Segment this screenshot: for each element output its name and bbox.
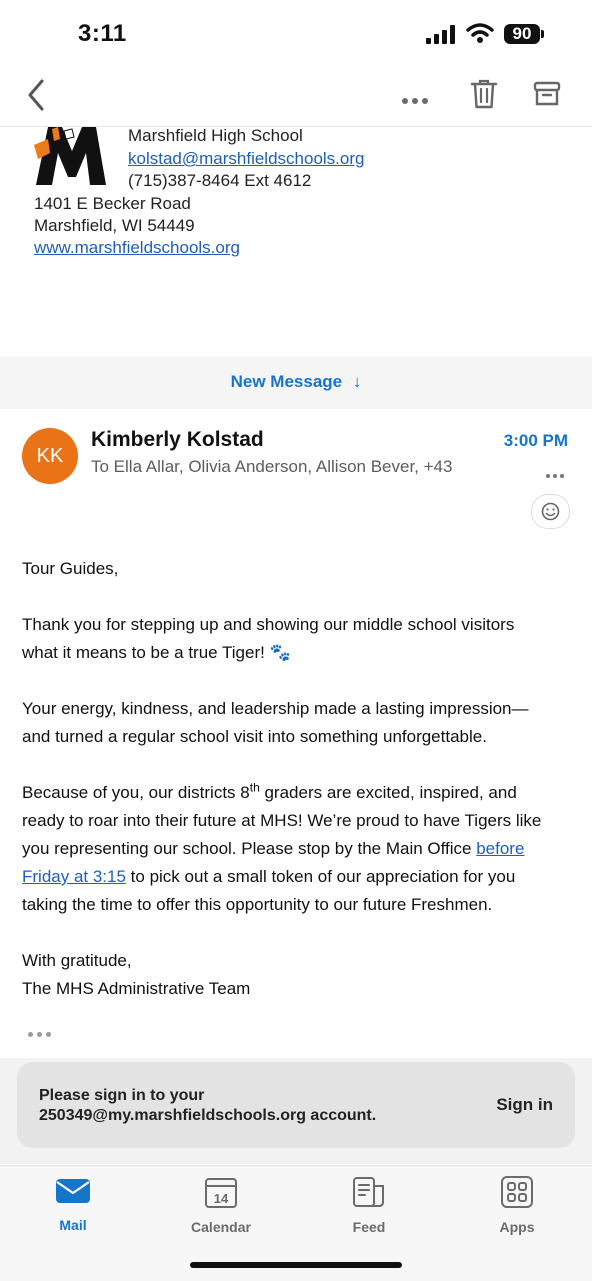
battery-indicator: 90: [504, 24, 540, 44]
paragraph-3-line-4: Friday at 3:15 to pick out a small token…: [22, 863, 582, 891]
status-time: 3:11: [78, 20, 127, 47]
sender-name[interactable]: Kimberly Kolstad: [91, 428, 264, 452]
signature-address-line1: 1401 E Becker Road: [34, 194, 191, 213]
calendar-icon: 14: [205, 1178, 237, 1208]
signature-website-link[interactable]: www.marshfieldschools.org: [34, 238, 240, 258]
cellular-signal-icon: [426, 24, 458, 44]
back-button[interactable]: [26, 78, 46, 117]
more-options-button[interactable]: [402, 91, 432, 109]
deadline-link-part-1[interactable]: before: [476, 839, 524, 858]
signature-school: Marshfield High School: [128, 126, 303, 145]
delete-button[interactable]: [470, 78, 498, 115]
reaction-button[interactable]: [531, 494, 570, 529]
closing: With gratitude,: [22, 951, 132, 970]
new-message-label: New Message: [230, 372, 343, 391]
recipients-line[interactable]: To Ella Allar, Olivia Anderson, Allison …: [91, 457, 452, 477]
apps-icon: [501, 1176, 533, 1208]
tab-feed[interactable]: Feed: [319, 1176, 419, 1235]
deadline-link-part-2[interactable]: Friday at 3:15: [22, 867, 126, 886]
battery-tip: [541, 30, 544, 38]
paragraph-3-line-2: ready to roar into their future at MHS! …: [22, 811, 542, 830]
tiger-logo-image: [34, 127, 110, 185]
message-time: 3:00 PM: [503, 431, 568, 450]
superscript-th: th: [249, 780, 260, 795]
archive-button[interactable]: [533, 80, 561, 113]
signin-message-line2: 250349@my.marshfieldschools.org account.: [39, 1107, 377, 1124]
sender-avatar[interactable]: KK: [22, 428, 78, 484]
feed-icon: [353, 1177, 384, 1207]
signature-email-link[interactable]: kolstad@marshfieldschools.org: [128, 149, 364, 169]
paragraph-2-line-2: and turned a regular school visit into s…: [22, 727, 487, 746]
signin-card: Please sign in to your 250349@my.marshfi…: [17, 1062, 575, 1148]
calendar-icon-date: 14: [214, 1191, 229, 1206]
paragraph-3-line-1: Because of you, our districts 8th grader…: [22, 779, 582, 807]
smiley-icon: [541, 502, 560, 521]
trash-icon: [470, 79, 498, 109]
paragraph-3-line-3: you representing our school. Please stop…: [22, 835, 582, 863]
signin-message-line1: Please sign in to your: [39, 1087, 205, 1104]
greeting: Tour Guides,: [22, 559, 119, 578]
wifi-icon: [466, 22, 494, 49]
paragraph-3-line-5: taking the time to offer this opportunit…: [22, 895, 493, 914]
archive-icon: [533, 81, 561, 106]
paragraph-3-text-b: graders are excited, inspired, and: [259, 783, 517, 802]
new-message-button[interactable]: New Message ↓: [0, 372, 592, 392]
mail-icon: [56, 1179, 90, 1203]
message-more-button[interactable]: [546, 465, 567, 483]
message-body: Tour Guides, Thank you for stepping up a…: [22, 555, 582, 1003]
signoff: The MHS Administrative Team: [22, 979, 251, 998]
tab-calendar[interactable]: 14 Calendar: [171, 1176, 271, 1235]
paragraph-2-line-1: Your energy, kindness, and leadership ma…: [22, 699, 529, 718]
paragraph-3-line-4-text: to pick out a small token of our appreci…: [125, 867, 516, 886]
tab-calendar-label: Calendar: [191, 1219, 251, 1235]
home-indicator[interactable]: [190, 1262, 402, 1268]
paragraph-1-line-2: what it means to be a true Tiger! 🐾: [22, 643, 291, 662]
new-message-bar[interactable]: New Message ↓: [0, 357, 592, 409]
signin-message: Please sign in to your 250349@my.marshfi…: [39, 1086, 376, 1126]
show-quoted-text-button[interactable]: [28, 1024, 55, 1042]
signature-phone: (715)387-8464 Ext 4612: [128, 171, 312, 190]
tab-apps[interactable]: Apps: [467, 1176, 567, 1235]
tab-apps-label: Apps: [499, 1219, 535, 1235]
tab-feed-label: Feed: [352, 1219, 386, 1235]
arrow-down-icon: ↓: [352, 372, 362, 391]
paragraph-3-text-a: Because of you, our districts 8: [22, 783, 250, 802]
paragraph-1-line-1: Thank you for stepping up and showing ou…: [22, 615, 515, 634]
signature-address-line2: Marshfield, WI 54449: [34, 216, 195, 235]
tab-mail-label: Mail: [59, 1217, 87, 1233]
sign-in-button[interactable]: Sign in: [496, 1095, 553, 1115]
tab-mail[interactable]: Mail: [23, 1176, 123, 1233]
paragraph-3-line-3-text: you representing our school. Please stop…: [22, 839, 477, 858]
chevron-left-icon: [28, 79, 44, 111]
